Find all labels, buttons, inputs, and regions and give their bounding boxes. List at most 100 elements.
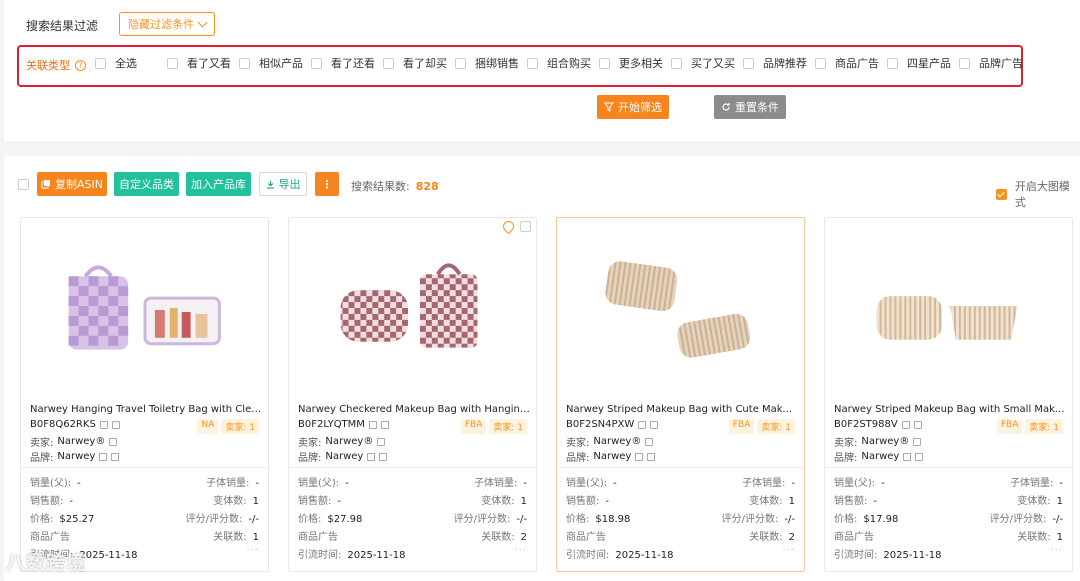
option-brand-ad[interactable]: 品牌广告: [959, 55, 1031, 71]
option-bought-also[interactable]: 买了又买: [671, 55, 743, 71]
brand: 品牌: Narwey: [30, 449, 120, 464]
start-filter-button[interactable]: 开始筛选: [597, 95, 669, 119]
more-icon[interactable]: ···: [1050, 545, 1063, 556]
option-more-related[interactable]: 更多相关: [599, 55, 671, 71]
copy-icon[interactable]: [638, 420, 647, 429]
hide-filter-button[interactable]: 隐藏过滤条件: [119, 12, 215, 36]
copy-asin-button[interactable]: 复制ASIN: [37, 172, 107, 196]
assoc-type-label: 关联类型 ?: [26, 57, 86, 73]
checkbox[interactable]: [599, 57, 610, 69]
help-icon[interactable]: ?: [75, 59, 86, 71]
select-all-checkbox[interactable]: [18, 179, 29, 190]
watermark: 八数跨境: [6, 552, 87, 574]
checkbox[interactable]: [671, 57, 682, 69]
fulfillment-badge: FBA: [728, 419, 755, 434]
option-product-ad[interactable]: 商品广告: [815, 55, 887, 71]
variants: 变体数: 1: [213, 496, 259, 507]
more-button[interactable]: ⋮: [315, 172, 339, 196]
sales-parent: 销量(父): -: [30, 478, 81, 489]
rating: 评分/评分数: -/-: [721, 514, 795, 525]
option-similar[interactable]: 相似产品: [239, 55, 311, 71]
product-card[interactable]: Narwey Hanging Travel Toiletry Bag with …: [20, 217, 269, 572]
rating: 评分/评分数: -/-: [185, 514, 259, 525]
option-viewed-also-viewed[interactable]: 看了又看: [167, 55, 239, 71]
option-select-all[interactable]: 全选: [95, 55, 167, 71]
more-icon[interactable]: ···: [782, 545, 795, 556]
external-link-icon[interactable]: [111, 452, 120, 461]
option-four-star[interactable]: 四星产品: [887, 55, 959, 71]
checkbox[interactable]: [527, 57, 538, 69]
brand: 品牌: Narwey: [834, 449, 924, 464]
product-title[interactable]: Narwey Checkered Makeup Bag with Hanging…: [298, 404, 530, 415]
variants: 变体数: 1: [749, 496, 795, 507]
add-library-button[interactable]: 加入产品库: [186, 172, 251, 196]
product-card[interactable]: Narwey Striped Makeup Bag with Small Mak…: [824, 217, 1073, 572]
seller-count-badge: 卖家: 1: [757, 419, 795, 434]
product-card[interactable]: Narwey Checkered Makeup Bag with Hanging…: [288, 217, 537, 572]
product-image[interactable]: [21, 218, 268, 398]
sub-sales: 子体销量: -: [742, 478, 795, 489]
external-link-icon[interactable]: [913, 420, 922, 429]
external-link-icon[interactable]: [111, 420, 120, 429]
big-image-toggle[interactable]: 开启大图模式: [996, 178, 1080, 210]
external-link-icon[interactable]: [380, 420, 389, 429]
copy-icon[interactable]: [901, 420, 910, 429]
copy-icon[interactable]: [368, 420, 377, 429]
checkbox[interactable]: [95, 57, 106, 69]
external-link-icon[interactable]: [377, 437, 386, 446]
checkbox[interactable]: [815, 57, 826, 69]
external-link-icon[interactable]: [650, 420, 659, 429]
more-icon[interactable]: ···: [514, 545, 527, 556]
product-image[interactable]: [557, 218, 804, 398]
seller: 卖家: Narwey®: [566, 434, 654, 449]
external-link-icon[interactable]: [645, 437, 654, 446]
product-title[interactable]: Narwey Striped Makeup Bag with Small Mak…: [834, 404, 1066, 415]
checkbox[interactable]: [887, 57, 898, 69]
price: 价格: $18.98: [566, 514, 631, 525]
copy-icon[interactable]: [99, 420, 108, 429]
checkbox[interactable]: [167, 57, 178, 69]
option-combo[interactable]: 组合购买: [527, 55, 599, 71]
external-link-icon[interactable]: [915, 452, 924, 461]
product-image[interactable]: [289, 218, 536, 398]
asin: B0F8Q62RKS: [30, 419, 120, 430]
export-button[interactable]: 导出: [259, 172, 307, 196]
revenue: 销售额: -: [30, 496, 73, 507]
checkbox[interactable]: [455, 57, 466, 69]
external-link-icon[interactable]: [913, 437, 922, 446]
price: 价格: $27.98: [298, 514, 363, 525]
external-link-icon[interactable]: [379, 452, 388, 461]
reset-button[interactable]: 重置条件: [714, 95, 786, 119]
revenue: 销售额: -: [834, 496, 877, 507]
checked-checkbox[interactable]: [996, 188, 1007, 200]
option-brand-rec[interactable]: 品牌推荐: [743, 55, 815, 71]
chevron-down-icon: [197, 17, 208, 28]
option-viewed-but-bought[interactable]: 看了却买: [383, 55, 455, 71]
checkbox[interactable]: [383, 57, 394, 69]
copy-icon[interactable]: [635, 452, 644, 461]
checkbox[interactable]: [311, 57, 322, 69]
product-card[interactable]: Narwey Striped Makeup Bag with Cute Make…: [556, 217, 805, 572]
option-viewed-also[interactable]: 看了还看: [311, 55, 383, 71]
checkbox[interactable]: [743, 57, 754, 69]
sales-parent: 销量(父): -: [834, 478, 885, 489]
external-link-icon[interactable]: [109, 437, 118, 446]
product-title[interactable]: Narwey Striped Makeup Bag with Cute Make…: [566, 404, 798, 415]
checkbox[interactable]: [959, 57, 970, 69]
copy-icon[interactable]: [99, 452, 108, 461]
product-title[interactable]: Narwey Hanging Travel Toiletry Bag with …: [30, 404, 262, 415]
ad-label: 商品广告: [834, 532, 874, 543]
checkbox[interactable]: [239, 57, 250, 69]
divider: [21, 467, 268, 468]
sub-sales: 子体销量: -: [1010, 478, 1063, 489]
refresh-icon: [722, 103, 730, 111]
product-image[interactable]: [825, 218, 1072, 398]
copy-icon[interactable]: [367, 452, 376, 461]
more-icon[interactable]: ···: [246, 545, 259, 556]
option-bundle[interactable]: 捆绑销售: [455, 55, 527, 71]
custom-category-button[interactable]: 自定义品类: [114, 172, 179, 196]
related-count: 关联数: 2: [481, 532, 527, 543]
external-link-icon[interactable]: [647, 452, 656, 461]
divider: [825, 467, 1072, 468]
copy-icon[interactable]: [903, 452, 912, 461]
